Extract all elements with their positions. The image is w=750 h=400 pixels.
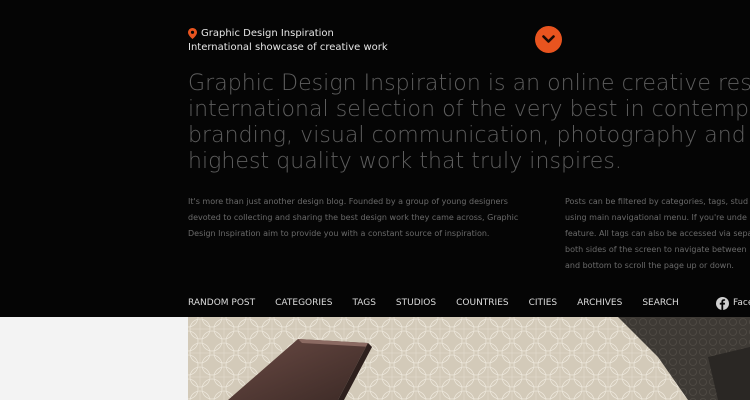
chevron-down-icon [542,35,555,43]
about-line: It's more than just another design blog.… [188,197,508,206]
brand-tagline: International showcase of creative work [188,42,388,53]
navigation-help-paragraph: Posts can be filtered by categories, tag… [565,194,750,274]
brand-name-row[interactable]: Graphic Design Inspiration [188,27,388,40]
main-nav: RANDOM POST CATEGORIES TAGS STUDIOS COUN… [188,296,679,310]
intro-line: highest quality work that truly inspires… [188,149,622,174]
site-header: Graphic Design Inspiration International… [0,0,750,317]
about-paragraph: It's more than just another design blog.… [188,194,548,242]
help-line: feature. All tags can also be accessed v… [565,229,750,238]
brand-name[interactable]: Graphic Design Inspiration [201,27,334,40]
nav-item-archives[interactable]: ARCHIVES [577,296,622,310]
nav-item-cities[interactable]: CITIES [529,296,558,310]
location-pin-icon [188,28,197,39]
about-line: devoted to collecting and sharing the be… [188,213,519,222]
nav-item-search[interactable]: SEARCH [642,296,678,310]
intro-line: branding, visual communication, photogra… [188,123,750,148]
nav-item-studios[interactable]: STUDIOS [396,296,436,310]
intro-text: Graphic Design Inspiration is an online … [188,71,750,175]
facebook-icon [716,296,729,310]
featured-image-artwork [188,317,750,400]
facebook-link[interactable]: Face [716,296,750,310]
help-line: Posts can be filtered by categories, tag… [565,197,749,206]
nav-item-categories[interactable]: CATEGORIES [275,296,332,310]
brand: Graphic Design Inspiration International… [188,27,388,54]
nav-item-countries[interactable]: COUNTRIES [456,296,509,310]
intro-line: Graphic Design Inspiration is an online … [188,71,750,96]
nav-item-random-post[interactable]: RANDOM POST [188,296,255,310]
expand-toggle-button[interactable] [535,26,562,53]
about-line: Design Inspiration aim to provide you wi… [188,229,490,238]
featured-post-image[interactable] [188,317,750,400]
help-line: using main navigational menu. If you're … [565,213,747,222]
help-line: and bottom to scroll the page up or down… [565,261,734,270]
nav-item-tags[interactable]: TAGS [352,296,375,310]
help-line: both sides of the screen to navigate bet… [565,245,747,254]
intro-line: international selection of the very best… [188,97,750,122]
facebook-label[interactable]: Face [733,296,750,310]
